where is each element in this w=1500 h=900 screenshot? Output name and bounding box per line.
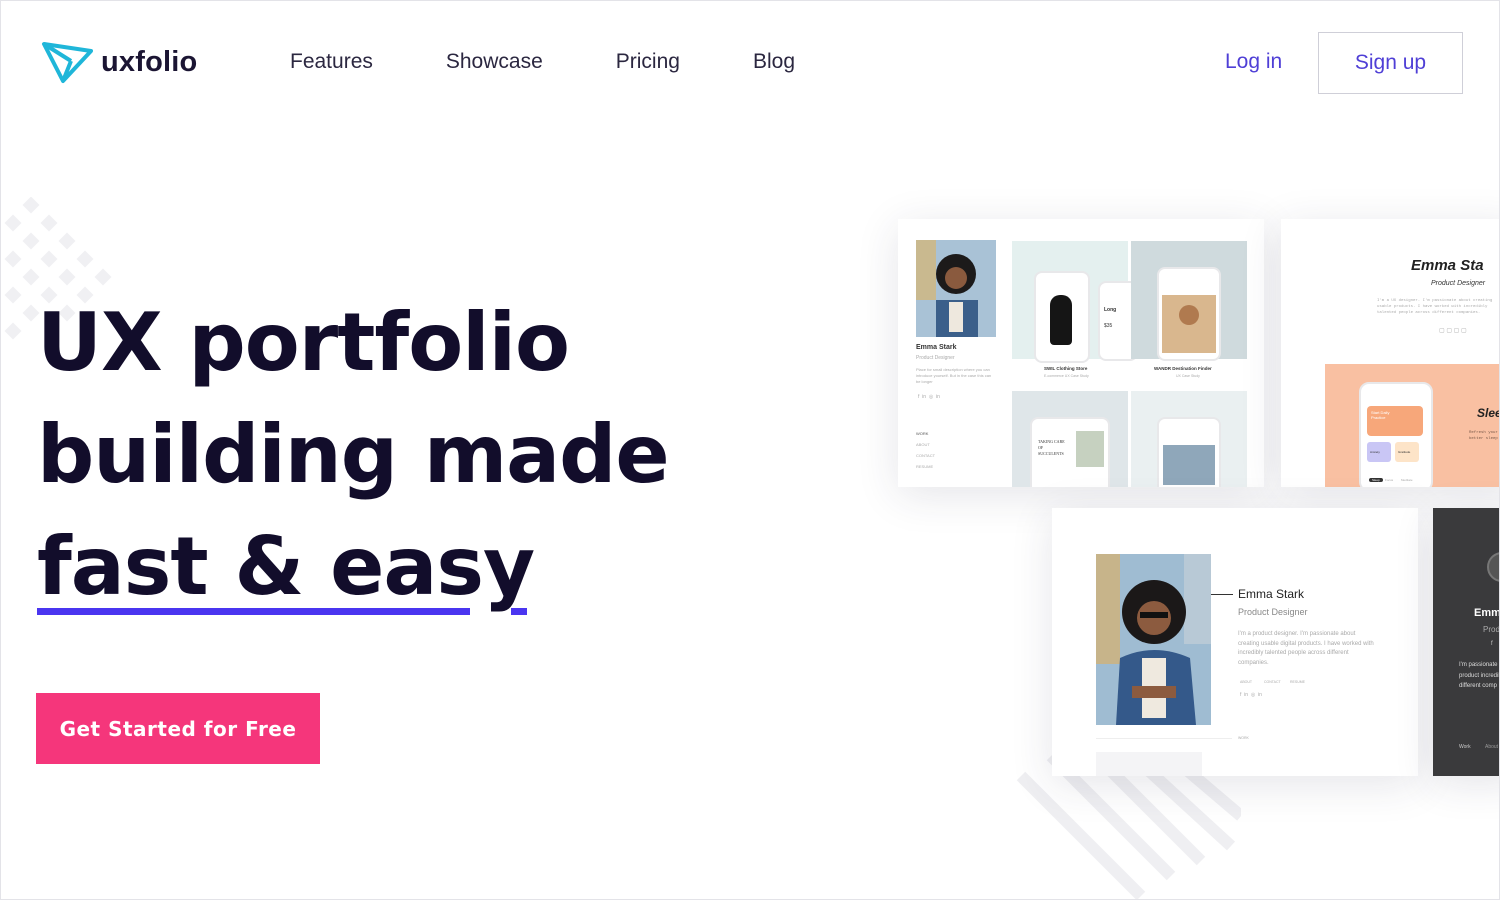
- project-subtitle-swil: E-commerce UX Case Study: [1044, 374, 1089, 378]
- nav-features[interactable]: Features: [290, 50, 373, 74]
- app-card-title: Start Daily Practice: [1371, 410, 1390, 420]
- portfolio-preview-grid: Emma Stark Product Designer Place for sm…: [898, 219, 1264, 487]
- card3-social-icons: f in ◎ in: [1240, 692, 1262, 698]
- brand-logo[interactable]: uxfolio: [41, 39, 197, 85]
- card3-bio: I'm a product designer. I'm passionate a…: [1238, 631, 1374, 666]
- headline-line-3: fast & easy: [37, 520, 535, 613]
- nav-blog[interactable]: Blog: [753, 50, 795, 74]
- card2-bio: I'm a UX designer. I'm passionate about …: [1377, 299, 1493, 315]
- card1-social-icons: f in ◎ in: [918, 394, 940, 400]
- card2-role: Product Designer: [1431, 280, 1486, 287]
- hero-headline: UX portfolio building made fast & easy: [37, 287, 670, 623]
- card3-divider: [1096, 738, 1232, 739]
- headline-underline: [37, 608, 470, 615]
- app-card-anxiety: Anxiety: [1370, 450, 1380, 454]
- card1-menu-resume: RESUME: [916, 464, 934, 469]
- card2-hero-block: Start Daily Practice Anxiety Gratitude S…: [1325, 364, 1500, 487]
- login-link[interactable]: Log in: [1225, 50, 1282, 74]
- card2-name: Emma Sta: [1411, 257, 1484, 274]
- project-thumb-wandr: [1131, 241, 1247, 361]
- card3-next-block: [1096, 752, 1202, 776]
- brand-name: uxfolio: [101, 45, 198, 78]
- woman-portrait-icon: [916, 240, 996, 337]
- project-thumb-swil: Long $35: [1012, 241, 1138, 363]
- profile-photo: [916, 240, 996, 337]
- project-thumb-succulents: TAKING CARE OF SUCCULENTS: [1012, 391, 1128, 487]
- headline-underline-tail: [511, 608, 527, 615]
- headline-line-3-wrapper: fast & easy: [37, 511, 535, 623]
- nav-pricing[interactable]: Pricing: [616, 50, 680, 74]
- card4-name: Emm: [1474, 607, 1500, 619]
- project-thumb-mountain: [1131, 391, 1247, 487]
- phone-mockup-succulents: TAKING CARE OF SUCCULENTS: [1030, 417, 1110, 487]
- card1-menu-contact: CONTACT: [916, 453, 936, 458]
- app-card-gratitude: Gratitude: [1398, 450, 1411, 454]
- app-tab-focus: Focus: [1385, 478, 1394, 482]
- app-phone-mockup: Start Daily Practice Anxiety Gratitude S…: [1359, 382, 1433, 487]
- project-title-wandr: WANDR Destination Finder: [1154, 366, 1212, 371]
- card3-name: Emma Stark: [1238, 587, 1305, 601]
- card4-footer-work: Work: [1459, 744, 1471, 750]
- phone-text: Long: [1104, 307, 1117, 313]
- card2-social-icons: ▢ ▢ ▢ ▢: [1439, 328, 1467, 334]
- card1-role: Product Designer: [916, 355, 955, 361]
- card3-link-resume: RESUME: [1290, 680, 1305, 684]
- card3-role: Product Designer: [1238, 607, 1308, 617]
- card3-connector-line: [1211, 594, 1233, 595]
- main-nav: Features Showcase Pricing Blog: [290, 50, 868, 74]
- phone-mockup: [1034, 271, 1090, 363]
- card1-bio: Place for small description where you ca…: [916, 367, 992, 384]
- card3-link-about: ABOUT: [1240, 680, 1253, 684]
- project-subtitle-wandr: UX Case Study: [1176, 374, 1200, 378]
- headline-line-1: UX portfolio: [37, 296, 570, 389]
- card2-snippet: Refresh your sleep, better sleep: [1469, 431, 1499, 441]
- project-title-swil: SWIL Clothing Store: [1044, 366, 1088, 371]
- card4-footer-about: About: [1485, 744, 1499, 750]
- get-started-button[interactable]: Get Started for Free: [36, 693, 320, 764]
- phone-mockup-mountain: [1157, 417, 1221, 487]
- card4-social-icon: f: [1491, 641, 1493, 647]
- phone-price: $35: [1104, 323, 1113, 329]
- portfolio-preview-orange: Emma Sta Product Designer I'm a UX desig…: [1281, 219, 1500, 487]
- portfolio-preview-profile: Emma Stark Product Designer I'm a produc…: [1052, 508, 1418, 776]
- succulents-text: TAKING CARE OF SUCCULENTS: [1038, 439, 1065, 456]
- headline-line-2: building made: [37, 408, 670, 501]
- portfolio-preview-dark: Emm Prod f I'm passionate digital produc…: [1433, 508, 1500, 776]
- card4-avatar: [1487, 552, 1499, 582]
- card4-role: Prod: [1483, 625, 1500, 634]
- card3-link-contact: CONTACT: [1264, 680, 1281, 684]
- nav-showcase[interactable]: Showcase: [446, 50, 543, 74]
- card1-name: Emma Stark: [916, 344, 957, 351]
- card3-profile-photo: [1096, 554, 1211, 725]
- page: uxfolio Features Showcase Pricing Blog L…: [0, 0, 1500, 900]
- phone-mockup-wandr: [1157, 267, 1221, 361]
- card1-menu-about: ABOUT: [916, 442, 930, 447]
- signup-button[interactable]: Sign up: [1318, 32, 1463, 94]
- app-tab-meditate: Meditate: [1401, 478, 1413, 482]
- app-tab-sleep: Sleep: [1369, 478, 1383, 482]
- card2-headline: Slee: [1477, 406, 1500, 420]
- woman-portrait-large-icon: [1096, 554, 1211, 725]
- card4-bio: I'm passionate digital product incredibl…: [1459, 662, 1499, 689]
- uxfolio-logo-icon: [42, 42, 93, 83]
- card3-footer-work: WORK: [1238, 736, 1249, 740]
- card1-menu-work: WORK: [916, 431, 929, 436]
